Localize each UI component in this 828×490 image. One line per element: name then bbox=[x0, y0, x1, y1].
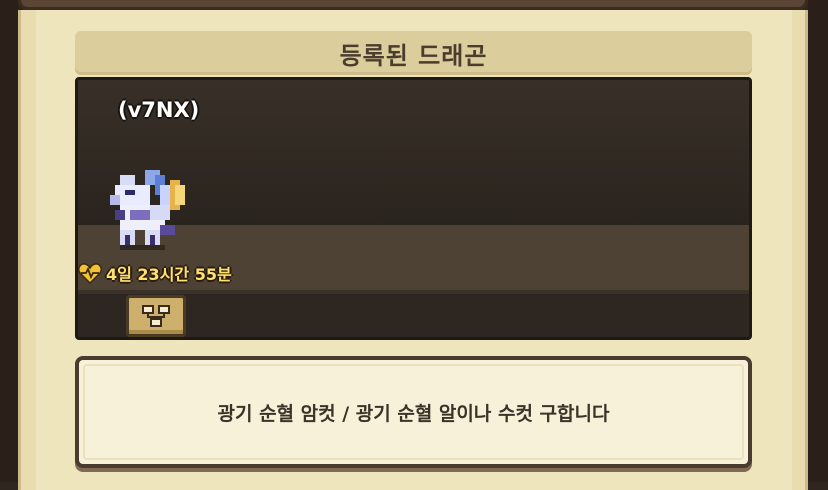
dragon-name: (v7NX) bbox=[118, 98, 200, 122]
title-banner: 등록된 드래곤 bbox=[75, 31, 752, 75]
heart-pulse-icon bbox=[78, 263, 102, 284]
timer-text: 4일 23시간 55분 bbox=[106, 265, 232, 284]
family-tree-button[interactable] bbox=[126, 295, 186, 337]
dragon-sprite[interactable] bbox=[100, 160, 200, 260]
family-tree-icon bbox=[142, 305, 170, 327]
dragon-panel: (v7NX) 4일 23시간 55분 bbox=[75, 77, 752, 340]
timer: 4일 23시간 55분 bbox=[78, 261, 232, 285]
right-wall bbox=[808, 0, 828, 482]
page-title: 등록된 드래곤 bbox=[339, 41, 488, 70]
left-wall bbox=[0, 0, 18, 482]
top-bar bbox=[18, 0, 808, 10]
message-text: 광기 순혈 암컷 / 광기 순혈 알이나 수컷 구합니다 bbox=[217, 402, 610, 425]
message-box: 광기 순혈 암컷 / 광기 순혈 알이나 수컷 구합니다 bbox=[75, 356, 752, 468]
